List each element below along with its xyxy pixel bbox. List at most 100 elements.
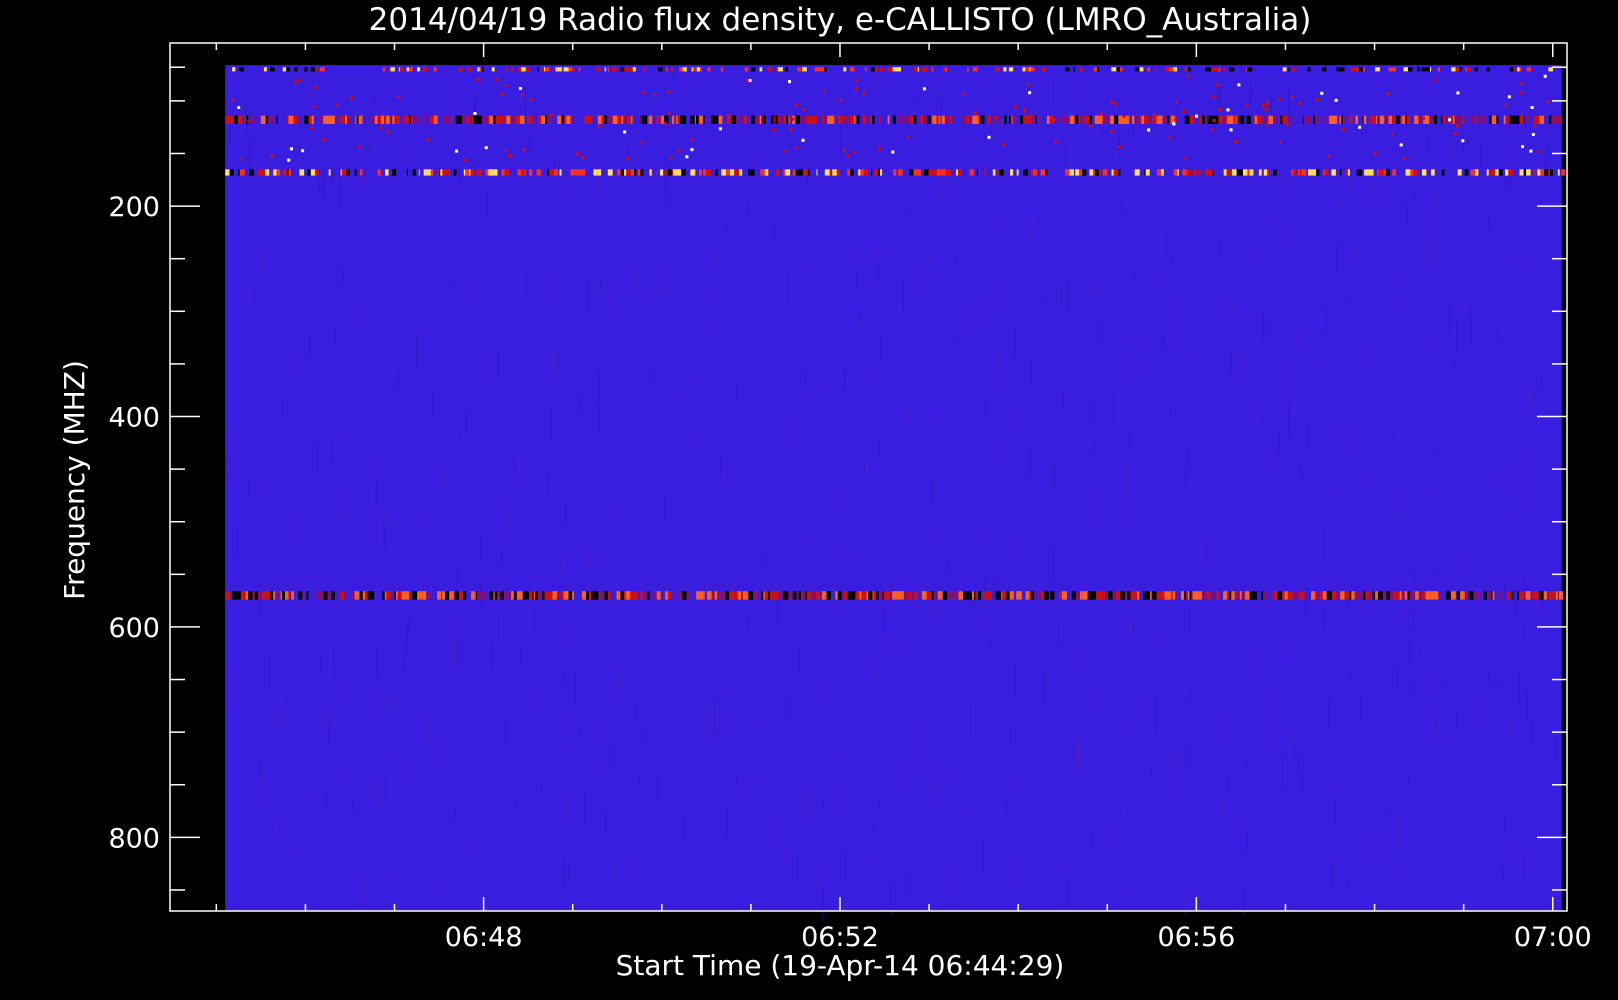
noise-streak [954,254,957,265]
band-segment [779,115,784,124]
band-segment [1351,591,1355,600]
band-segment [640,591,643,600]
band-segment [1231,591,1235,600]
band-segment [714,169,718,176]
noise-streak [408,618,410,629]
band-segment [374,115,378,124]
noise-streak [1385,824,1387,851]
speckle [1153,114,1157,118]
noise-streak [1132,404,1134,412]
noise-streak [942,174,944,201]
band-segment [385,169,389,176]
noise-streak [528,137,530,152]
band-segment [1075,115,1079,124]
noise-streak [844,372,846,381]
band-segment [263,67,267,72]
band-segment [1464,169,1469,176]
band-segment [677,591,683,600]
noise-streak [1228,295,1230,322]
band-segment [1169,591,1172,600]
band-segment [1151,591,1157,600]
band-segment [652,591,657,600]
band-segment [354,169,357,176]
noise-streak [1165,229,1167,261]
noise-streak [284,683,287,717]
noise-streak [1348,160,1350,194]
band-segment [626,169,631,176]
band-segment [271,115,275,124]
noise-streak [726,807,729,838]
noise-streak [1200,541,1202,569]
band-segment [630,591,635,600]
noise-streak [1120,832,1122,851]
band-segment [1016,591,1021,600]
noise-streak [416,336,418,368]
band-segment [238,169,240,176]
band-segment [880,169,883,176]
band-segment [566,115,571,124]
band-segment [568,67,573,72]
band-segment [967,67,969,72]
noise-streak [1345,433,1347,459]
speckle [1298,102,1302,105]
band-segment [573,169,579,176]
noise-streak [623,707,625,718]
band-segment [1395,115,1400,124]
band-segment [872,115,875,124]
noise-streak [1230,352,1232,375]
band-segment [1033,169,1037,176]
band-segment [753,67,756,72]
noise-streak [1523,622,1525,643]
band-segment [607,591,611,600]
band-segment [1464,591,1469,600]
band-segment [1555,591,1558,600]
band-segment [1410,169,1414,176]
noise-streak [323,708,325,729]
band-segment [258,591,263,600]
speckle [335,103,339,107]
noise-streak [361,875,363,906]
band-segment [463,169,466,176]
band-segment [1525,591,1531,600]
band-segment [1020,591,1022,600]
band-segment [406,67,410,72]
noise-streak [605,810,607,837]
speckle [379,126,383,130]
band-segment [624,169,627,176]
band-segment [703,169,707,176]
noise-streak [430,575,432,594]
band-segment [1102,115,1107,124]
band-segment [345,115,347,124]
band-segment [1228,169,1232,176]
speckle [520,93,524,97]
band-segment [422,67,426,72]
band-segment [1393,591,1397,600]
band-segment [311,115,314,124]
noise-streak [931,481,934,509]
band-segment [1463,591,1465,600]
band-segment [538,591,540,600]
speckle [386,130,390,134]
band-segment [671,169,673,176]
noise-streak [1029,447,1031,478]
band-segment [778,115,780,124]
noise-streak [276,707,278,718]
noise-streak [1444,758,1447,781]
band-segment [1465,67,1467,72]
noise-streak [650,369,652,390]
band-segment [877,115,882,124]
band-segment [445,591,450,600]
band-segment [659,115,661,124]
band-segment [1061,115,1063,124]
band-segment [394,115,397,124]
speckle [891,150,895,154]
band-segment [412,115,418,124]
band-segment [497,591,501,600]
band-segment [1385,169,1390,176]
band-segment [315,169,319,176]
band-segment [824,591,827,600]
noise-streak [1378,412,1380,443]
noise-streak [1498,675,1500,693]
band-segment [324,115,329,124]
noise-streak [1232,304,1234,321]
